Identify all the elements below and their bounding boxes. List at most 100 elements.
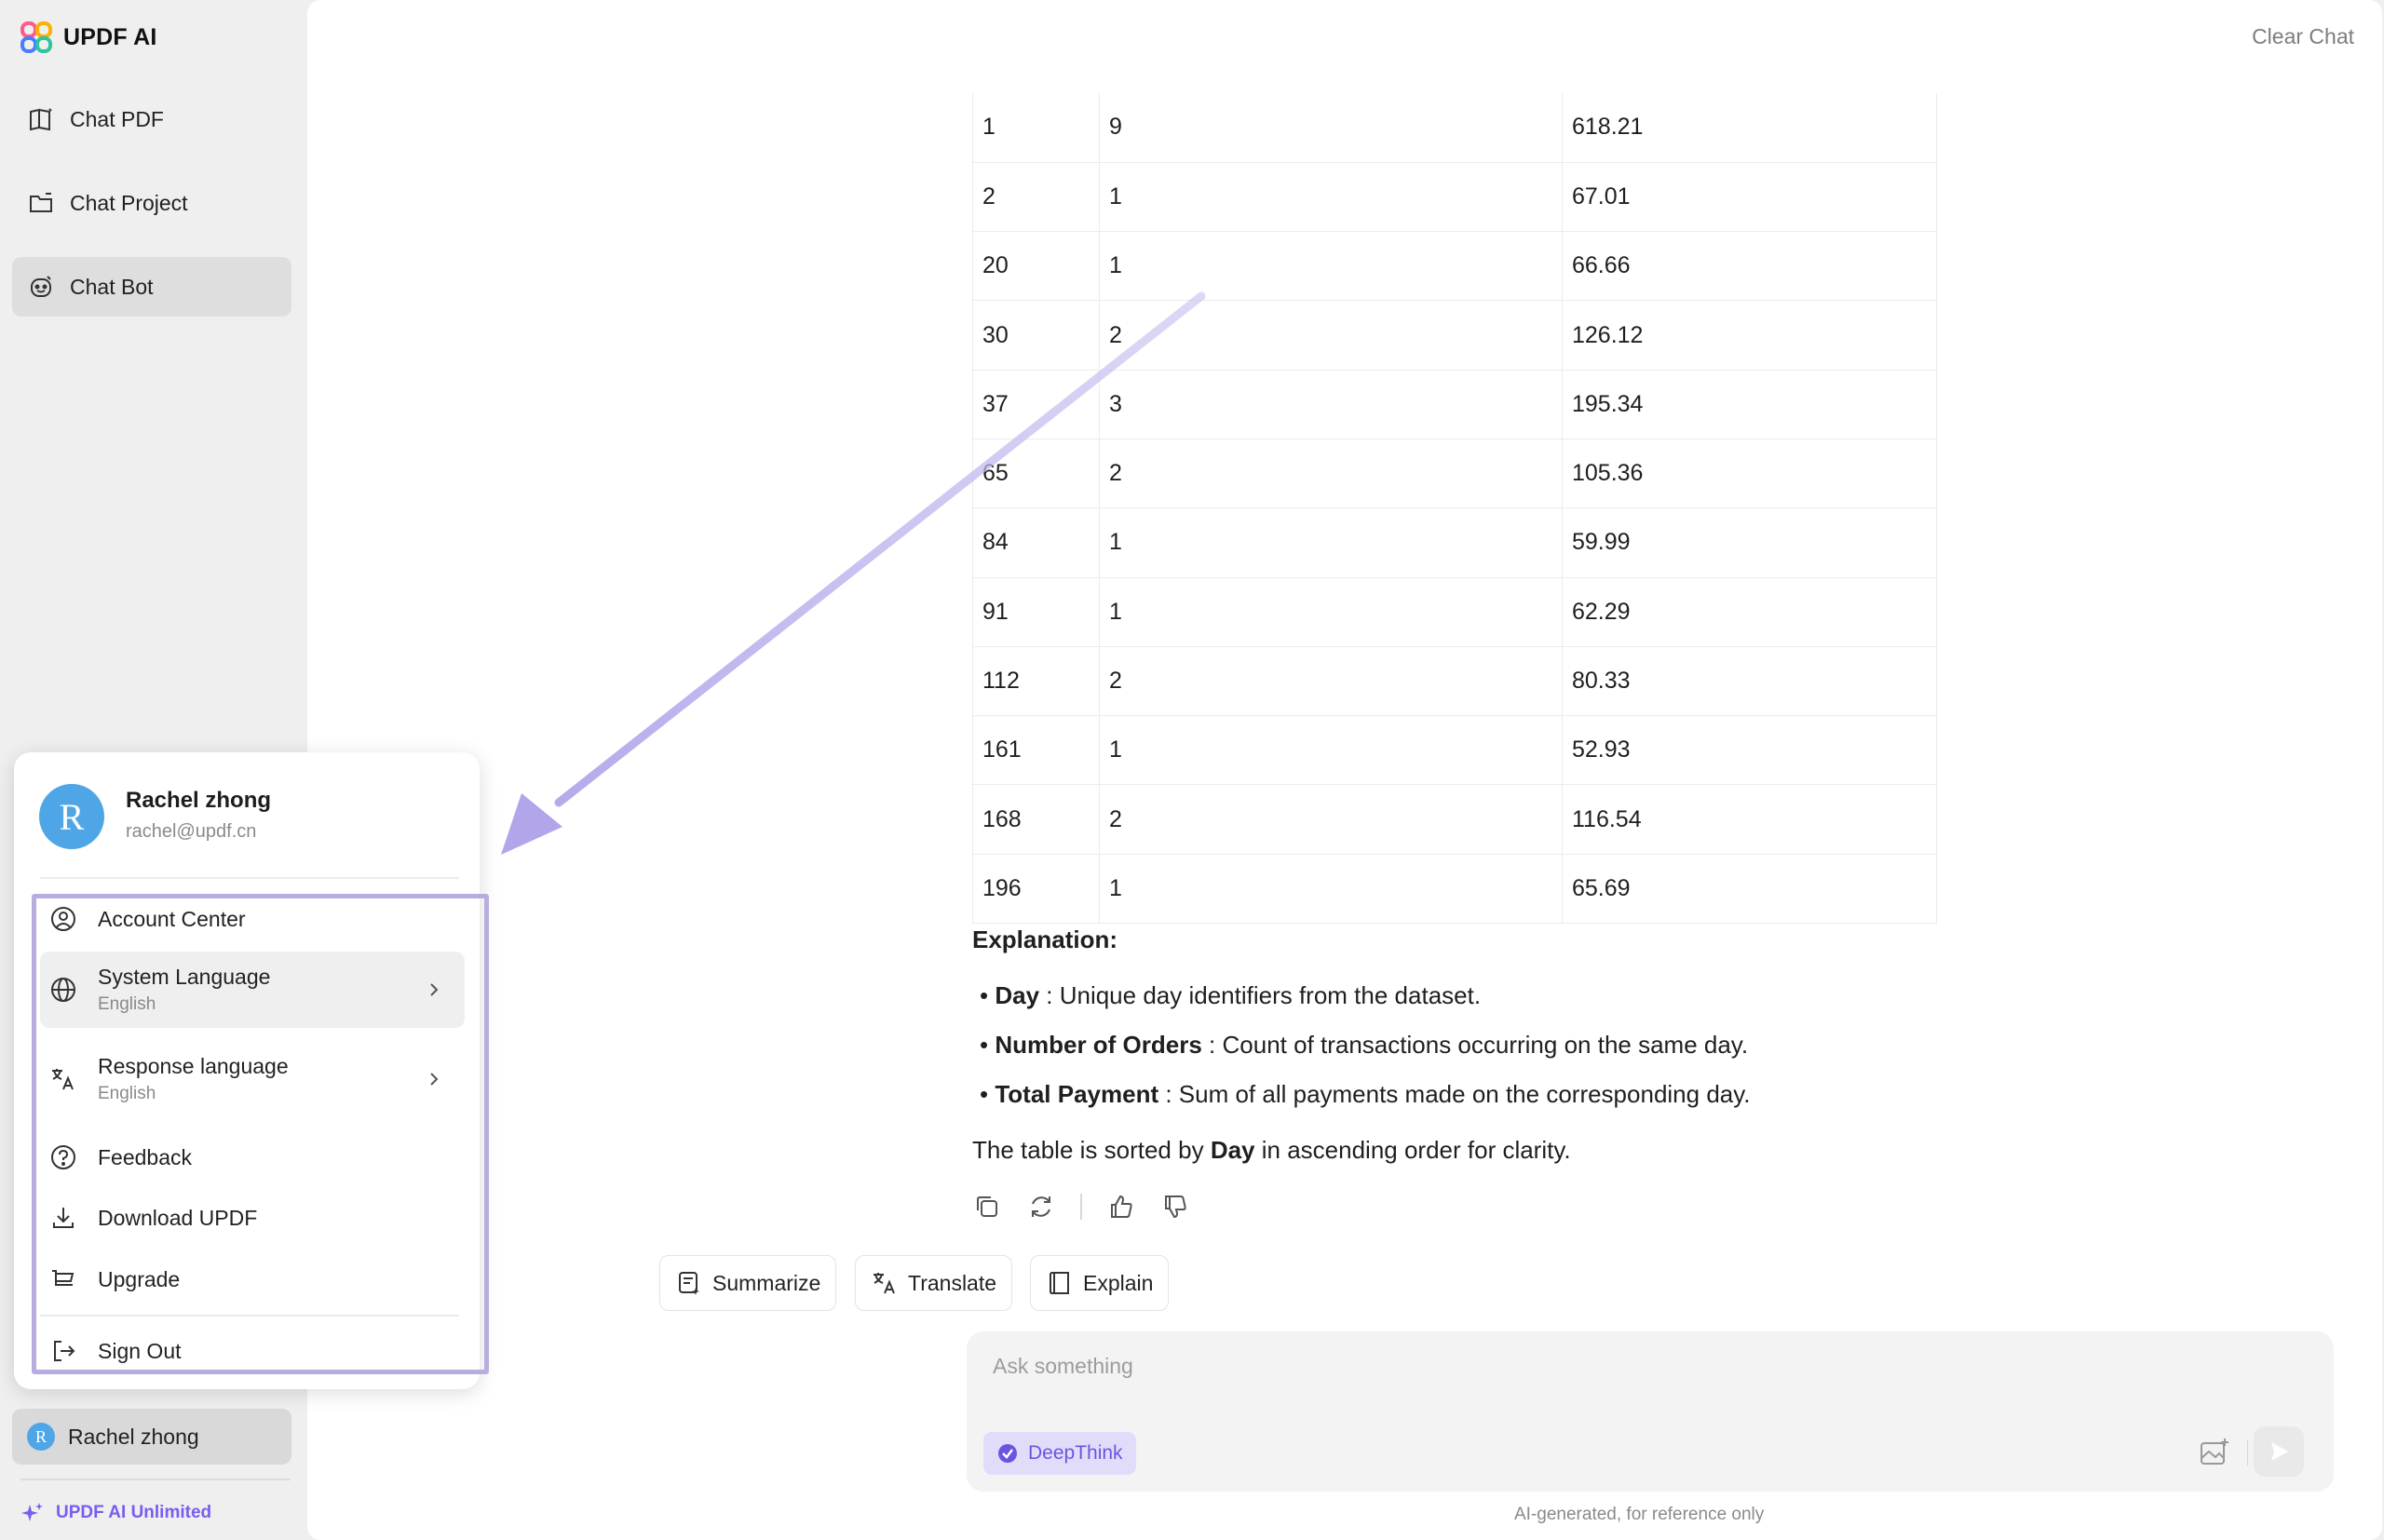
table-row: 196 1 65.69 <box>972 854 1937 925</box>
summarize-icon <box>679 1272 699 1295</box>
table-cell: 2 <box>972 162 1100 233</box>
sorted-note: The table is sorted by Day in ascending … <box>972 1136 1571 1164</box>
avatar: R <box>27 1423 55 1451</box>
popup-user-email: rachel@updf.cn <box>126 821 257 842</box>
table-cell: 37 <box>972 370 1100 439</box>
list-item: • Day : Unique day identifiers from the … <box>980 981 1482 1009</box>
table-row: 1 9 618.21 <box>972 93 1937 163</box>
table-cell: 20 <box>972 231 1100 302</box>
summarize-button[interactable]: Summarize <box>659 1255 837 1311</box>
table-row: 20 1 66.66 <box>972 231 1937 302</box>
account-popup: R Rachel zhong rachel@updf.cn Account Ce… <box>14 752 489 1389</box>
list-item: • Total Payment : Sum of all payments ma… <box>980 1080 1751 1108</box>
table-row: 2 1 67.01 <box>972 162 1937 233</box>
sidebar-item-chat-pdf[interactable]: Chat PDF <box>12 89 291 149</box>
explain-label: Explain <box>1083 1270 1154 1295</box>
sidebar-item-label: Chat Project <box>70 190 188 215</box>
brand-name: UPDF AI <box>63 23 157 50</box>
table-cell: 161 <box>972 715 1100 786</box>
table-cell: 2 <box>1099 300 1563 371</box>
table-cell: 196 <box>972 854 1100 925</box>
brand[interactable]: UPDF AI <box>20 20 156 54</box>
sidebar-item-chat-bot[interactable]: Chat Bot <box>12 257 291 317</box>
result-table: 1 9 618.21 2 1 67.01 20 1 66.66 30 2 126.12 37 3 195.3… <box>972 93 1937 925</box>
table-row: 112 2 80.33 <box>972 646 1937 717</box>
translate-icon <box>874 1273 895 1294</box>
table-cell: 112 <box>972 646 1100 717</box>
table-cell: 67.01 <box>1562 162 1937 233</box>
upgrade-unlimited-link[interactable]: UPDF AI Unlimited <box>20 1501 211 1525</box>
divider <box>20 1479 291 1480</box>
message-actions <box>972 1192 1190 1222</box>
table-cell: 2 <box>1099 646 1563 717</box>
ask-input[interactable]: Ask something <box>993 1354 1133 1379</box>
table-cell: 80.33 <box>1562 646 1937 717</box>
table-cell: 2 <box>1099 784 1563 855</box>
folder-icon <box>30 193 52 212</box>
table-cell: 1 <box>1099 231 1563 302</box>
table-cell: 116.54 <box>1562 784 1937 855</box>
table-cell: 84 <box>972 507 1100 578</box>
translate-button[interactable]: Translate <box>855 1255 1013 1311</box>
table-cell: 2 <box>1099 439 1563 509</box>
summarize-label: Summarize <box>712 1270 821 1295</box>
user-menu-button[interactable]: R Rachel zhong <box>12 1409 291 1465</box>
clear-chat-button[interactable]: Clear Chat <box>2252 24 2354 49</box>
table-cell: 168 <box>972 784 1100 855</box>
check-circle-icon <box>998 1444 1017 1463</box>
explanation-title: Explanation: <box>972 925 1118 953</box>
chat-panel: Clear Chat 1 9 618.21 2 1 67.01 20 1 66.66 30 2 126… <box>307 0 2382 1540</box>
updf-logo-icon <box>20 21 52 53</box>
sidebar-item-chat-project[interactable]: Chat Project <box>12 173 291 233</box>
regenerate-icon[interactable] <box>1026 1192 1056 1222</box>
table-cell: 52.93 <box>1562 715 1937 786</box>
popup-user-name: Rachel zhong <box>126 788 272 813</box>
table-cell: 195.34 <box>1562 370 1937 439</box>
unlimited-label: UPDF AI Unlimited <box>56 1503 212 1522</box>
table-cell: 65.69 <box>1562 854 1937 925</box>
book-icon <box>1050 1272 1069 1294</box>
translate-label: Translate <box>908 1270 997 1295</box>
highlight-frame <box>32 894 489 1374</box>
table-cell: 1 <box>972 93 1100 163</box>
table-row: 161 1 52.93 <box>972 715 1937 786</box>
composer[interactable]: Ask something DeepThink <box>967 1331 2334 1492</box>
table-cell: 66.66 <box>1562 231 1937 302</box>
book-icon <box>30 108 52 131</box>
table-cell: 126.12 <box>1562 300 1937 371</box>
table-cell: 91 <box>972 577 1100 647</box>
table-cell: 30 <box>972 300 1100 371</box>
table-row: 30 2 126.12 <box>972 300 1937 371</box>
copy-icon[interactable] <box>972 1192 1002 1222</box>
deepthink-label: DeepThink <box>1028 1442 1123 1464</box>
table-cell: 3 <box>1099 370 1563 439</box>
table-cell: 1 <box>1099 577 1563 647</box>
bot-icon <box>31 276 51 297</box>
sparkle-icon <box>21 1503 43 1521</box>
table-row: 37 3 195.34 <box>972 370 1937 439</box>
table-cell: 9 <box>1099 93 1563 163</box>
avatar: R <box>39 784 104 849</box>
send-icon <box>2271 1442 2288 1461</box>
thumbs-up-icon[interactable] <box>1106 1192 1136 1222</box>
table-cell: 1 <box>1099 507 1563 578</box>
sidebar-item-label: Chat Bot <box>70 274 154 299</box>
table-cell: 1 <box>1099 162 1563 233</box>
thumbs-down-icon[interactable] <box>1160 1192 1190 1222</box>
send-button[interactable] <box>2254 1426 2304 1477</box>
list-item: • Number of Orders : Count of transactio… <box>980 1031 1749 1059</box>
deepthink-toggle[interactable]: DeepThink <box>983 1432 1136 1475</box>
table-row: 84 1 59.99 <box>972 507 1937 578</box>
table-cell: 1 <box>1099 715 1563 786</box>
image-upload-icon[interactable] <box>2198 1436 2231 1469</box>
table-row: 91 1 62.29 <box>972 577 1937 647</box>
divider <box>1080 1194 1082 1220</box>
user-name: Rachel zhong <box>68 1424 199 1449</box>
explain-button[interactable]: Explain <box>1030 1255 1170 1311</box>
table-cell: 105.36 <box>1562 439 1937 509</box>
table-cell: 65 <box>972 439 1100 509</box>
table-row: 168 2 116.54 <box>972 784 1937 855</box>
table-row: 65 2 105.36 <box>972 439 1937 509</box>
table-cell: 1 <box>1099 854 1563 925</box>
sidebar-item-label: Chat PDF <box>70 106 164 131</box>
